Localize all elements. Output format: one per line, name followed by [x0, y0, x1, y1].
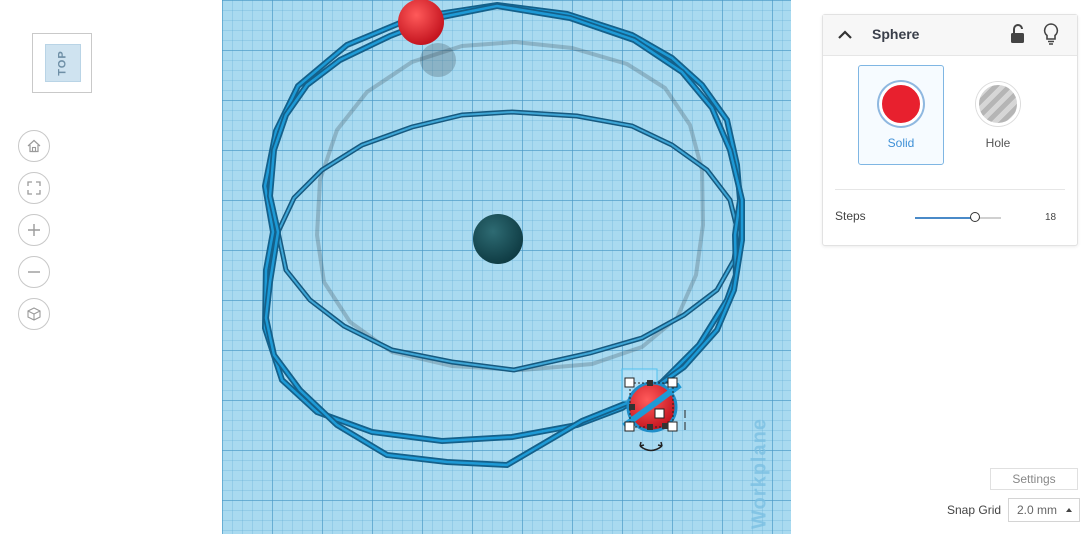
hole-swatch[interactable] — [976, 82, 1020, 126]
home-view-button[interactable] — [18, 130, 50, 162]
steps-slider-fill — [915, 217, 976, 219]
resize-handle-top[interactable] — [647, 380, 653, 386]
inspector-title: Sphere — [872, 26, 920, 42]
resize-handle-tl[interactable] — [624, 377, 635, 388]
snap-grid-value: 2.0 mm — [1017, 503, 1058, 517]
left-pane: TOP — [0, 0, 222, 534]
ring-shadow — [314, 39, 706, 373]
sphere-shadow — [420, 43, 456, 77]
caret-up-icon — [1066, 508, 1072, 512]
snap-grid-label: Snap Grid — [947, 503, 1002, 517]
plus-icon — [28, 224, 40, 236]
zoom-in-button[interactable] — [18, 214, 50, 246]
shape-inspector: Sphere Solid Hole Steps 18 — [822, 14, 1078, 246]
minus-icon — [28, 271, 40, 273]
resize-handle-bottom[interactable] — [647, 424, 653, 430]
workplane-grid[interactable] — [222, 0, 791, 534]
solid-option[interactable]: Solid — [858, 65, 944, 165]
view-cube-label: TOP — [56, 50, 69, 76]
snap-grid-select[interactable]: 2.0 mm — [1008, 498, 1080, 522]
cube-icon — [27, 307, 41, 321]
rotate-handle-icon[interactable] — [639, 445, 663, 452]
view-cube[interactable]: TOP — [32, 33, 92, 93]
steps-slider[interactable] — [915, 210, 1001, 226]
resize-handle-tr[interactable] — [667, 377, 678, 388]
steps-slider-knob[interactable] — [970, 212, 981, 222]
sphere-top[interactable] — [398, 0, 444, 45]
hole-option[interactable]: Hole — [955, 65, 1041, 165]
resize-handle-left[interactable] — [629, 404, 635, 410]
solid-color-swatch[interactable] — [879, 82, 923, 126]
fit-all-icon — [27, 181, 41, 195]
resize-handle-center[interactable] — [654, 408, 665, 419]
lightbulb-icon[interactable] — [1042, 22, 1060, 46]
home-icon — [27, 139, 41, 153]
resize-handle-br[interactable] — [667, 421, 678, 432]
lock-icon[interactable] — [1009, 23, 1027, 45]
scene-canvas[interactable] — [222, 0, 791, 534]
perspective-button[interactable] — [18, 298, 50, 330]
resize-handle-bl[interactable] — [624, 421, 635, 432]
solid-label: Solid — [887, 136, 915, 150]
zoom-out-button[interactable] — [18, 256, 50, 288]
chevron-up-icon[interactable] — [835, 25, 855, 45]
fit-view-button[interactable] — [18, 172, 50, 204]
selected-sphere[interactable] — [621, 368, 686, 452]
workplane-label: Workplane — [748, 418, 771, 529]
inspector-divider — [835, 189, 1065, 190]
rotate-arrows — [639, 441, 663, 447]
sphere-center[interactable] — [473, 214, 523, 264]
resize-handle-bottom-right[interactable] — [662, 423, 668, 429]
inspector-header: Sphere — [823, 15, 1077, 56]
settings-button[interactable]: Settings — [990, 468, 1078, 490]
steps-value: 18 — [1045, 212, 1057, 223]
hole-label: Hole — [985, 136, 1011, 150]
steps-label: Steps — [835, 209, 866, 223]
view-cube-top-face[interactable]: TOP — [45, 44, 81, 82]
